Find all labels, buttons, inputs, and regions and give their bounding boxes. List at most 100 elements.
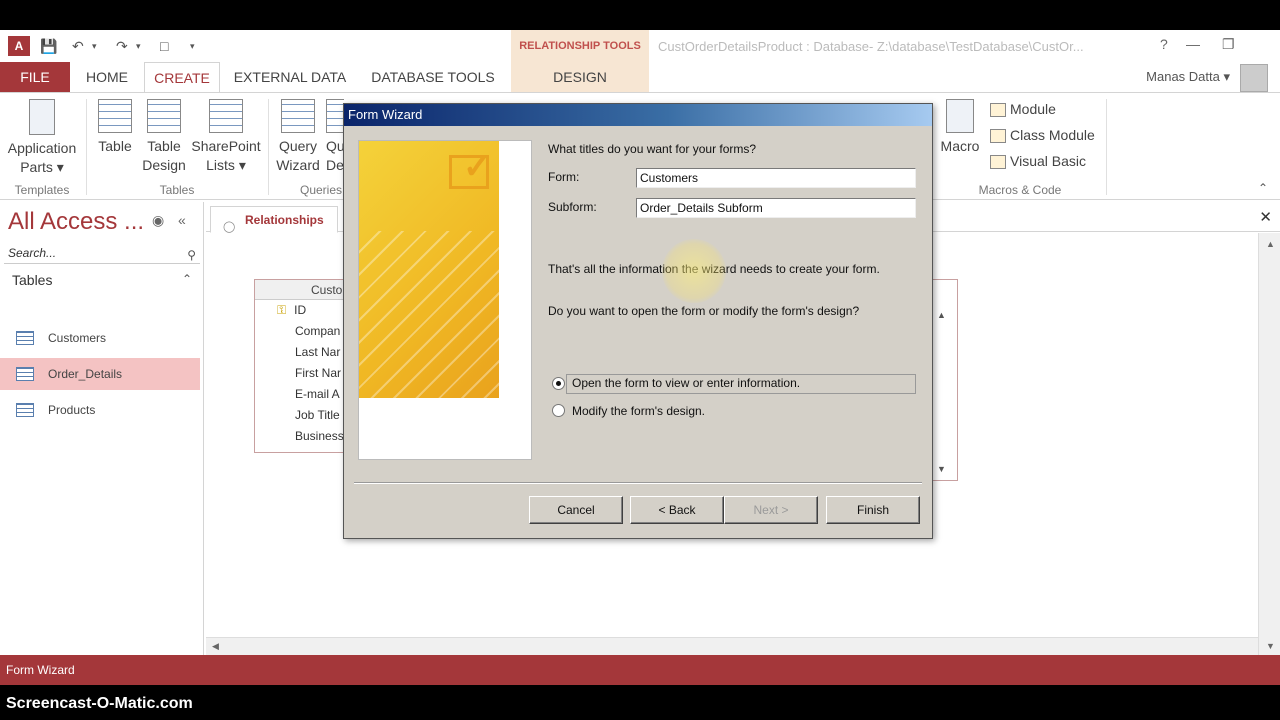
access-logo-icon: A [8,36,30,56]
tab-database-tools[interactable]: DATABASE TOOLS [362,62,504,92]
nav-item-customers[interactable]: Customers [0,322,200,354]
table-button[interactable]: Table [92,99,138,156]
dialog-separator [354,482,922,484]
tab-file[interactable]: FILE [0,62,70,92]
table-design-button[interactable]: Table Design [140,99,188,175]
tab-home[interactable]: HOME [76,62,138,92]
redo-icon[interactable]: ↷ [116,38,128,54]
avatar[interactable] [1240,64,1268,92]
open-question: Do you want to open the form or modify t… [548,304,860,318]
macro-icon [946,99,974,133]
option-open-radio[interactable] [552,377,565,390]
module-icon [990,103,1006,118]
help-icon[interactable]: ? [1160,36,1168,52]
ribbon-tabs: FILE HOME CREATE EXTERNAL DATA DATABASE … [0,62,1280,92]
next-button[interactable]: Next > [724,496,818,524]
tab-design[interactable]: DESIGN [511,62,649,92]
query-design-button[interactable]: Qu... De... [326,99,344,175]
context-group-label: RELATIONSHIP TOOLS [519,40,641,52]
nav-item-order-details[interactable]: Order_Details [0,358,200,390]
table-icon [16,403,34,417]
nav-item-products[interactable]: Products [0,394,200,426]
key-icon: ⚿ [277,303,287,317]
table-label: Table [98,138,132,154]
ribbon-separator [268,99,269,195]
visual-basic-icon [990,155,1006,170]
form-title-input[interactable]: Customers [636,168,916,188]
nav-pane-title[interactable]: All Access ... [8,208,144,236]
sharepoint-lists-label: SharePoint Lists ▾ [191,138,261,173]
print-preview-icon[interactable]: □ [160,38,168,54]
module-button[interactable]: Module [990,101,1056,118]
user-name[interactable]: Manas Datta ▾ [1146,69,1230,85]
titles-question: What titles do you want for your forms? [548,142,757,156]
query-wizard-icon [281,99,315,133]
undo-icon[interactable]: ↶ [72,38,84,54]
title-bar: A 💾 ↶ ▾ ↷ ▾ □ ▾ RELATIONSHIP TOOLS CustO… [0,30,1280,92]
vertical-scrollbar[interactable]: ▲ ▼ [1258,233,1280,655]
class-module-button[interactable]: Class Module [990,127,1095,144]
nav-search-input[interactable]: Search... ⚲ [4,242,200,264]
application-parts-button[interactable]: Application Parts ▾ [4,99,80,177]
option-open-label[interactable]: Open the form to view or enter informati… [572,376,800,390]
visual-basic-button[interactable]: Visual Basic [990,153,1087,170]
chevron-up-icon[interactable]: ⌃ [182,272,192,286]
table-design-icon [147,99,181,133]
horizontal-scrollbar[interactable]: ◀ [206,637,1258,655]
nav-section-label: Tables [12,272,53,288]
dialog-title[interactable]: Form Wizard [344,104,932,126]
macro-button[interactable]: Macro [936,99,984,156]
recorder-watermark: Screencast-O-Matic.com [6,695,193,712]
wizard-graphic: ✓ [359,141,499,398]
tab-relationships-label: Relationships [245,213,324,227]
application-parts-label: Application Parts ▾ [7,140,77,175]
subform-title-input[interactable]: Order_Details Subform [636,198,916,218]
query-design-icon [326,99,344,133]
customize-qat-icon[interactable]: ▾ [190,38,195,54]
group-queries: Queries [300,183,343,197]
back-button[interactable]: < Back [630,496,724,524]
tab-external-data[interactable]: EXTERNAL DATA [226,62,354,92]
query-design-label: Qu... De... [326,138,344,173]
option-modify-label[interactable]: Modify the form's design. [572,404,705,418]
group-templates: Templates [14,183,70,197]
ribbon-separator [86,99,87,195]
scroll-left-icon[interactable]: ◀ [212,641,219,652]
letterbox-top [0,0,1280,30]
status-bar: Form Wizard [0,655,1280,685]
scroll-down-icon[interactable]: ▼ [937,464,946,474]
tab-relationships[interactable]: ◯ Relationships [210,206,338,233]
group-tables: Tables [159,183,195,197]
scroll-up-icon[interactable]: ▲ [1266,239,1275,249]
nav-menu-icon[interactable]: ◉ [152,212,164,229]
subform-label: Subform: [548,200,597,214]
shutter-bar-icon[interactable]: « [178,212,186,228]
table-icon [16,331,34,345]
search-icon[interactable]: ⚲ [187,244,196,266]
scroll-down-icon[interactable]: ▼ [1266,641,1275,651]
application-parts-icon [29,99,55,135]
finish-button[interactable]: Finish [826,496,920,524]
class-module-icon [990,129,1006,144]
sharepoint-lists-button[interactable]: SharePoint Lists ▾ [190,99,262,175]
cancel-button[interactable]: Cancel [529,496,623,524]
close-icon[interactable]: ✕ [1259,208,1272,226]
option-modify-radio[interactable] [552,404,565,417]
collapse-ribbon-icon[interactable]: ⌃ [1258,181,1268,195]
nav-section-tables[interactable]: Tables ⌃ [12,272,192,288]
access-window: A 💾 ↶ ▾ ↷ ▾ □ ▾ RELATIONSHIP TOOLS CustO… [0,30,1280,685]
query-wizard-button[interactable]: Query Wizard [272,99,324,175]
window-title: CustOrderDetailsProduct : Database- Z:\d… [658,39,1084,54]
save-icon[interactable]: 💾 [40,38,57,54]
redo-dropdown-icon[interactable]: ▾ [136,38,141,54]
scroll-up-icon[interactable]: ▲ [937,310,946,320]
tab-create[interactable]: CREATE [144,62,220,92]
query-wizard-label: Query Wizard [276,138,320,173]
undo-dropdown-icon[interactable]: ▾ [92,38,97,54]
minimize-icon[interactable]: — [1186,36,1200,52]
nav-item-label: Products [48,403,96,417]
restore-icon[interactable]: ❐ [1222,36,1235,53]
table-design-label: Table Design [142,138,186,173]
visual-basic-label: Visual Basic [1010,153,1087,169]
sharepoint-lists-icon [209,99,243,133]
